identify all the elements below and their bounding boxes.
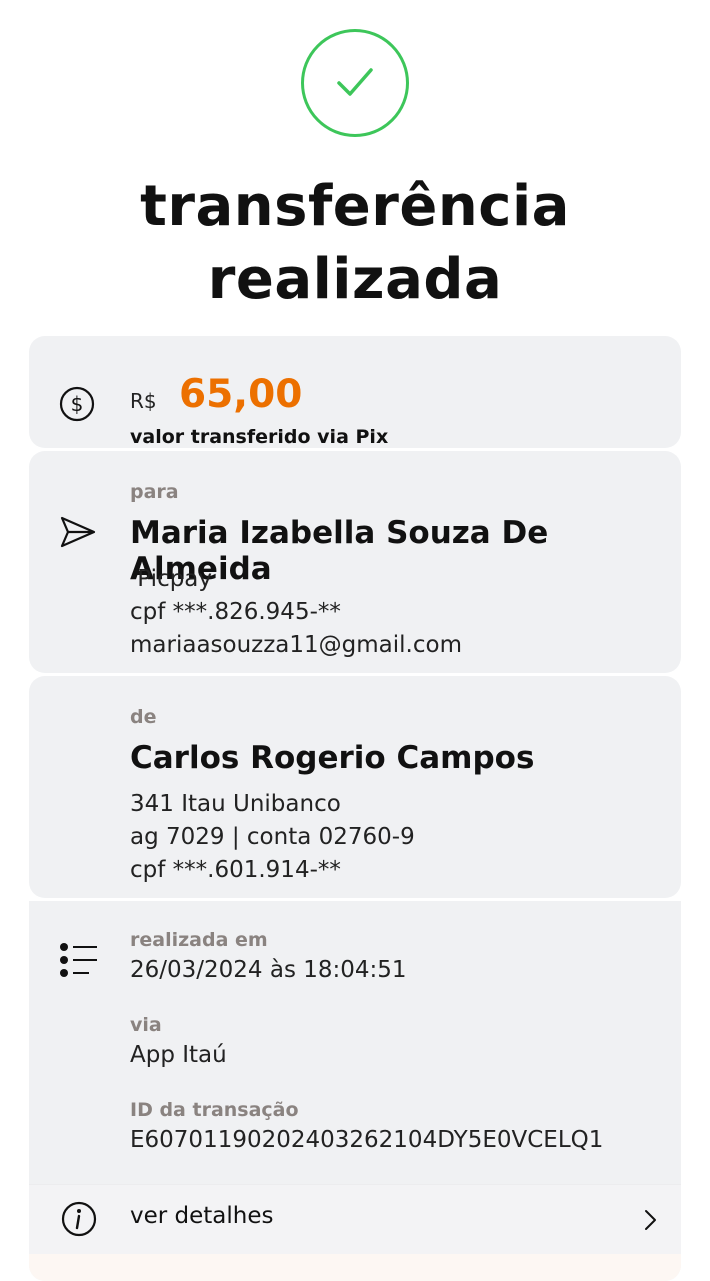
recipient-label: para <box>130 481 179 503</box>
list-icon <box>60 943 97 977</box>
sender-card: de Carlos Rogerio Campos 341 Itau Uniban… <box>29 676 681 898</box>
sender-label: de <box>130 706 157 728</box>
date-label: realizada em <box>130 929 268 951</box>
ver-detalhes-label[interactable]: ver detalhes <box>130 1203 274 1229</box>
sender-cpf: cpf ***.601.914-** <box>130 857 341 883</box>
recipient-email: mariaasouzza11@gmail.com <box>130 632 462 658</box>
amount-value: 65,00 <box>179 372 303 417</box>
transaction-id-label: ID da transação <box>130 1099 299 1121</box>
success-check-circle-icon <box>301 29 409 137</box>
transaction-id-value: E60701190202403262104DY5E0VCELQ1 <box>130 1127 604 1153</box>
amount-card: $ R$ 65,00 valor transferido via Pix <box>29 336 681 448</box>
page-title: transferência realizada <box>0 170 710 316</box>
recipient-name: Maria Izabella Souza De Almeida <box>130 515 549 587</box>
details-card: realizada em 26/03/2024 às 18:04:51 via … <box>29 901 681 1281</box>
send-icon <box>60 516 96 548</box>
via-label: via <box>130 1014 162 1036</box>
check-icon <box>337 68 373 96</box>
sender-account: ag 7029 | conta 02760-9 <box>130 824 415 850</box>
currency-symbol: R$ <box>130 389 157 413</box>
amount-caption: valor transferido via Pix <box>130 426 389 448</box>
page-title-line1: transferência <box>140 174 570 239</box>
page-title-line2: realizada <box>207 247 503 312</box>
svg-text:$: $ <box>71 392 84 416</box>
sender-bank: 341 Itau Unibanco <box>130 791 341 817</box>
recipient-bank: Picpay <box>130 566 213 592</box>
dollar-circle-icon: $ <box>59 386 95 422</box>
ver-detalhes-row[interactable]: ver detalhes <box>29 1184 681 1255</box>
info-icon <box>61 1201 97 1237</box>
chevron-right-icon[interactable] <box>643 1209 657 1231</box>
sender-name: Carlos Rogerio Campos <box>130 740 535 776</box>
via-value: App Itaú <box>130 1042 227 1068</box>
footer-strip <box>29 1254 681 1281</box>
recipient-card: para Maria Izabella Souza De Almeida Pic… <box>29 451 681 673</box>
recipient-cpf: cpf ***.826.945-** <box>130 599 341 625</box>
date-value: 26/03/2024 às 18:04:51 <box>130 957 407 983</box>
